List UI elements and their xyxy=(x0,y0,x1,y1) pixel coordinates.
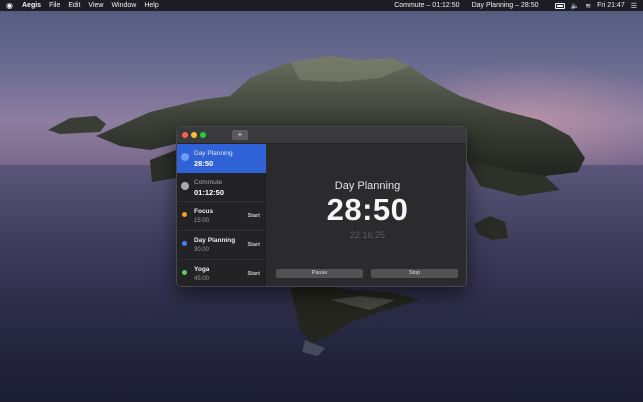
apple-menu-icon[interactable]: ◉ xyxy=(6,1,16,10)
battery-icon[interactable] xyxy=(554,2,565,9)
close-button[interactable] xyxy=(182,132,188,138)
zoom-button[interactable] xyxy=(200,132,206,138)
system-tray: 🔈 ≋ Fri 21:47 ☰ xyxy=(549,2,637,10)
menu-bar: ◉ Aegis File Edit View Window Help Commu… xyxy=(0,0,643,11)
menu-help[interactable]: Help xyxy=(144,2,158,9)
timer-color-dot-icon xyxy=(182,212,187,217)
start-timer-button[interactable]: Start xyxy=(247,271,260,277)
pause-button[interactable]: Pause xyxy=(276,269,363,278)
app-menu[interactable]: Aegis xyxy=(22,2,41,9)
timer-duration: 15:00 xyxy=(194,218,210,224)
timer-remaining: 28:50 xyxy=(194,159,214,168)
timer-color-dot-icon xyxy=(182,270,187,275)
detail-end-time: 22:16:25 xyxy=(349,230,386,240)
timer-duration: 30:00 xyxy=(194,247,210,253)
timer-name: Commute xyxy=(194,179,223,186)
timer-row-focus[interactable]: Focus 15:00 Start xyxy=(177,202,266,231)
timer-name: Day Planning xyxy=(194,237,236,244)
timer-color-dot-icon xyxy=(181,153,189,161)
timer-name: Focus xyxy=(194,208,214,215)
timer-detail: Day Planning 28:50 22:16:25 Pause Stop xyxy=(267,144,466,286)
timer-row-day-planning[interactable]: Day Planning 30:00 Start xyxy=(177,231,266,260)
wifi-icon[interactable]: ≋ xyxy=(585,2,591,10)
timer-row-commute[interactable]: Commute 01:12:50 xyxy=(177,173,266,202)
start-timer-button[interactable]: Start xyxy=(247,213,260,219)
menu-bar-extras: Commute – 01:12:50 Day Planning – 28:50 … xyxy=(382,2,637,10)
timer-duration: 45:00 xyxy=(194,276,210,282)
menu-clock[interactable]: Fri 21:47 xyxy=(597,2,625,9)
timer-name: Yoga xyxy=(194,266,210,273)
timer-sidebar: Day Planning 28:50 Commute 01:12:50 Focu… xyxy=(177,144,266,286)
timer-row-yoga[interactable]: Yoga 45:00 Start xyxy=(177,260,266,286)
stop-button[interactable]: Stop xyxy=(371,269,458,278)
status-timer-commute[interactable]: Commute – 01:12:50 xyxy=(394,2,459,9)
aegis-window: + Day Planning 28:50 Commute 01:12:50 Fo… xyxy=(176,126,467,287)
detail-countdown: 28:50 xyxy=(326,192,409,227)
plus-icon: + xyxy=(237,130,243,139)
detail-title: Day Planning xyxy=(334,180,401,192)
status-timer-day-planning[interactable]: Day Planning – 28:50 xyxy=(472,2,539,9)
start-timer-button[interactable]: Start xyxy=(247,242,260,248)
menu-view[interactable]: View xyxy=(88,2,103,9)
title-bar[interactable]: + xyxy=(177,127,466,286)
menu-file[interactable]: File xyxy=(49,2,60,9)
timer-color-dot-icon xyxy=(181,182,189,190)
notification-center-icon[interactable]: ☰ xyxy=(631,2,637,10)
minimize-button[interactable] xyxy=(191,132,197,138)
volume-icon[interactable]: 🔈 xyxy=(571,2,580,10)
timer-row-day-planning-running[interactable]: Day Planning 28:50 xyxy=(177,144,266,173)
menu-edit[interactable]: Edit xyxy=(68,2,80,9)
add-timer-button[interactable]: + xyxy=(232,130,248,140)
timer-color-dot-icon xyxy=(182,241,187,246)
menu-window[interactable]: Window xyxy=(111,2,136,9)
timer-remaining: 01:12:50 xyxy=(194,188,225,197)
timer-name: Day Planning xyxy=(194,150,233,157)
